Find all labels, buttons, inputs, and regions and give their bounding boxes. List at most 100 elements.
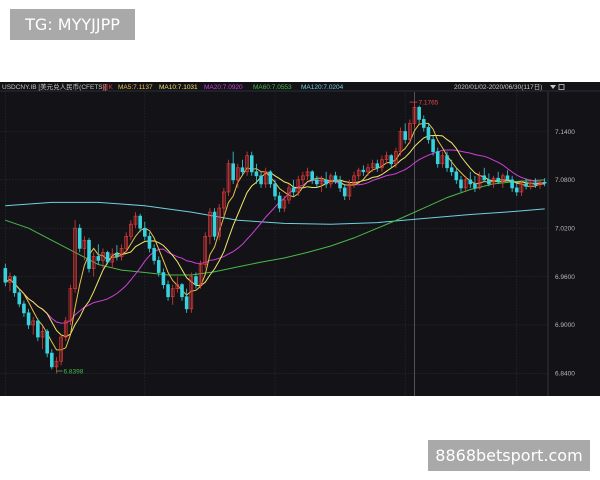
candle-body — [161, 272, 166, 285]
candlestick-chart[interactable]: 7.1765 6.8398 7.1400 7.0800 7.0200 6.9600 6.9… — [0, 82, 600, 396]
candle-22 — [105, 250, 110, 265]
candle-body — [156, 260, 161, 273]
candle-57 — [268, 170, 273, 188]
candle-body — [138, 215, 142, 229]
price-annotations: 7.1765 6.8398 — [56, 100, 439, 376]
candle-48 — [226, 159, 231, 196]
candle-4 — [22, 300, 26, 317]
candle-7 — [36, 318, 40, 342]
candle-body — [426, 127, 431, 140]
candle-109 — [510, 175, 514, 192]
candle-49 — [231, 151, 235, 184]
candle-body — [26, 312, 31, 326]
candle-19 — [91, 252, 96, 277]
candle-body — [194, 276, 198, 285]
y-axis: 7.1400 7.0800 7.0200 6.9600 6.9000 6.8400 — [555, 129, 575, 378]
candle-body — [514, 187, 519, 193]
candle-body — [375, 163, 380, 169]
candle-body — [459, 179, 463, 189]
y-tick-label-1: 7.0800 — [555, 177, 575, 184]
watermark-top: TG: MYYJJPP — [10, 9, 135, 40]
candle-100 — [468, 171, 473, 188]
candle-body — [36, 320, 40, 338]
range-dropdown-icon[interactable] — [550, 85, 556, 89]
candle-80 — [375, 159, 380, 172]
candle-93 — [435, 147, 440, 168]
candle-body — [338, 181, 342, 189]
candle-body — [468, 179, 473, 185]
candle-105 — [491, 175, 496, 188]
candle-6 — [31, 316, 36, 335]
candle-52 — [245, 151, 249, 176]
candle-body — [147, 235, 152, 249]
grid-lines — [0, 92, 549, 396]
candle-66 — [310, 170, 314, 184]
candle-73 — [342, 183, 347, 201]
candle-53 — [249, 151, 254, 176]
candle-body — [324, 179, 328, 185]
candle-36 — [170, 284, 175, 305]
candle-69 — [324, 171, 328, 188]
candle-82 — [384, 151, 389, 164]
candle-86 — [403, 123, 407, 144]
watermark-bottom: 8868betsport.com — [428, 440, 590, 471]
candle-body — [268, 171, 273, 185]
candle-body — [473, 183, 477, 189]
candle-body — [273, 183, 277, 197]
candle-body — [249, 155, 254, 173]
ma60-label: MA60:7.0553 — [253, 84, 292, 91]
candle-body — [105, 252, 110, 263]
candle-91 — [426, 123, 431, 144]
candle-body — [496, 177, 500, 182]
candle-body — [12, 276, 17, 294]
chart-canvas: 7.1765 6.8398 7.1400 7.0800 7.0200 6.9600 6.9… — [0, 82, 600, 396]
symbol-label: USDCNY.IB [美元兑人民币(CFETS)] — [2, 82, 107, 91]
candle-body — [342, 187, 347, 197]
candle-67 — [315, 175, 319, 188]
candle-body — [417, 106, 421, 120]
candle-body — [212, 211, 217, 237]
candle-29 — [138, 213, 142, 233]
candle-77 — [361, 165, 366, 176]
candle-body — [445, 155, 449, 169]
candle-94 — [440, 151, 445, 168]
settings-box-icon[interactable] — [558, 84, 565, 90]
candle-body — [542, 181, 547, 184]
ma20-label: MA20:7.0920 — [204, 84, 243, 91]
candle-body — [482, 175, 487, 181]
candle-89 — [417, 105, 421, 124]
candle-body — [152, 248, 156, 261]
candle-20 — [96, 244, 101, 265]
candle-body — [87, 239, 91, 269]
candle-0 — [3, 263, 8, 287]
candle-15 — [73, 220, 77, 293]
ma120-label: MA120:7.0204 — [301, 84, 344, 91]
candle-103 — [482, 167, 487, 182]
candle-59 — [277, 191, 282, 213]
candle-1 — [8, 272, 12, 292]
candle-body — [50, 352, 54, 368]
candle-body — [435, 151, 440, 165]
candle-44 — [208, 208, 212, 245]
candle-body — [45, 331, 49, 354]
candle-31 — [147, 232, 152, 253]
candle-body — [310, 171, 314, 181]
candle-body — [315, 179, 319, 185]
min-annotation-label: 6.8398 — [63, 369, 83, 376]
candle-2 — [12, 274, 17, 297]
candle-13 — [63, 316, 68, 342]
candle-body — [166, 284, 170, 298]
y-tick-label-0: 7.1400 — [555, 129, 575, 136]
candle-body — [240, 167, 245, 173]
candle-18 — [87, 237, 91, 273]
candle-83 — [389, 154, 394, 168]
y-tick-label-2: 7.0200 — [555, 226, 575, 233]
candle-body — [403, 131, 407, 140]
candle-body — [259, 175, 263, 185]
candle-90 — [421, 115, 426, 132]
candle-116 — [542, 178, 547, 187]
candle-76 — [356, 167, 361, 180]
ma5-label: MA5:7.1137 — [118, 84, 153, 91]
candle-88 — [412, 102, 417, 128]
candle-body — [389, 155, 394, 165]
